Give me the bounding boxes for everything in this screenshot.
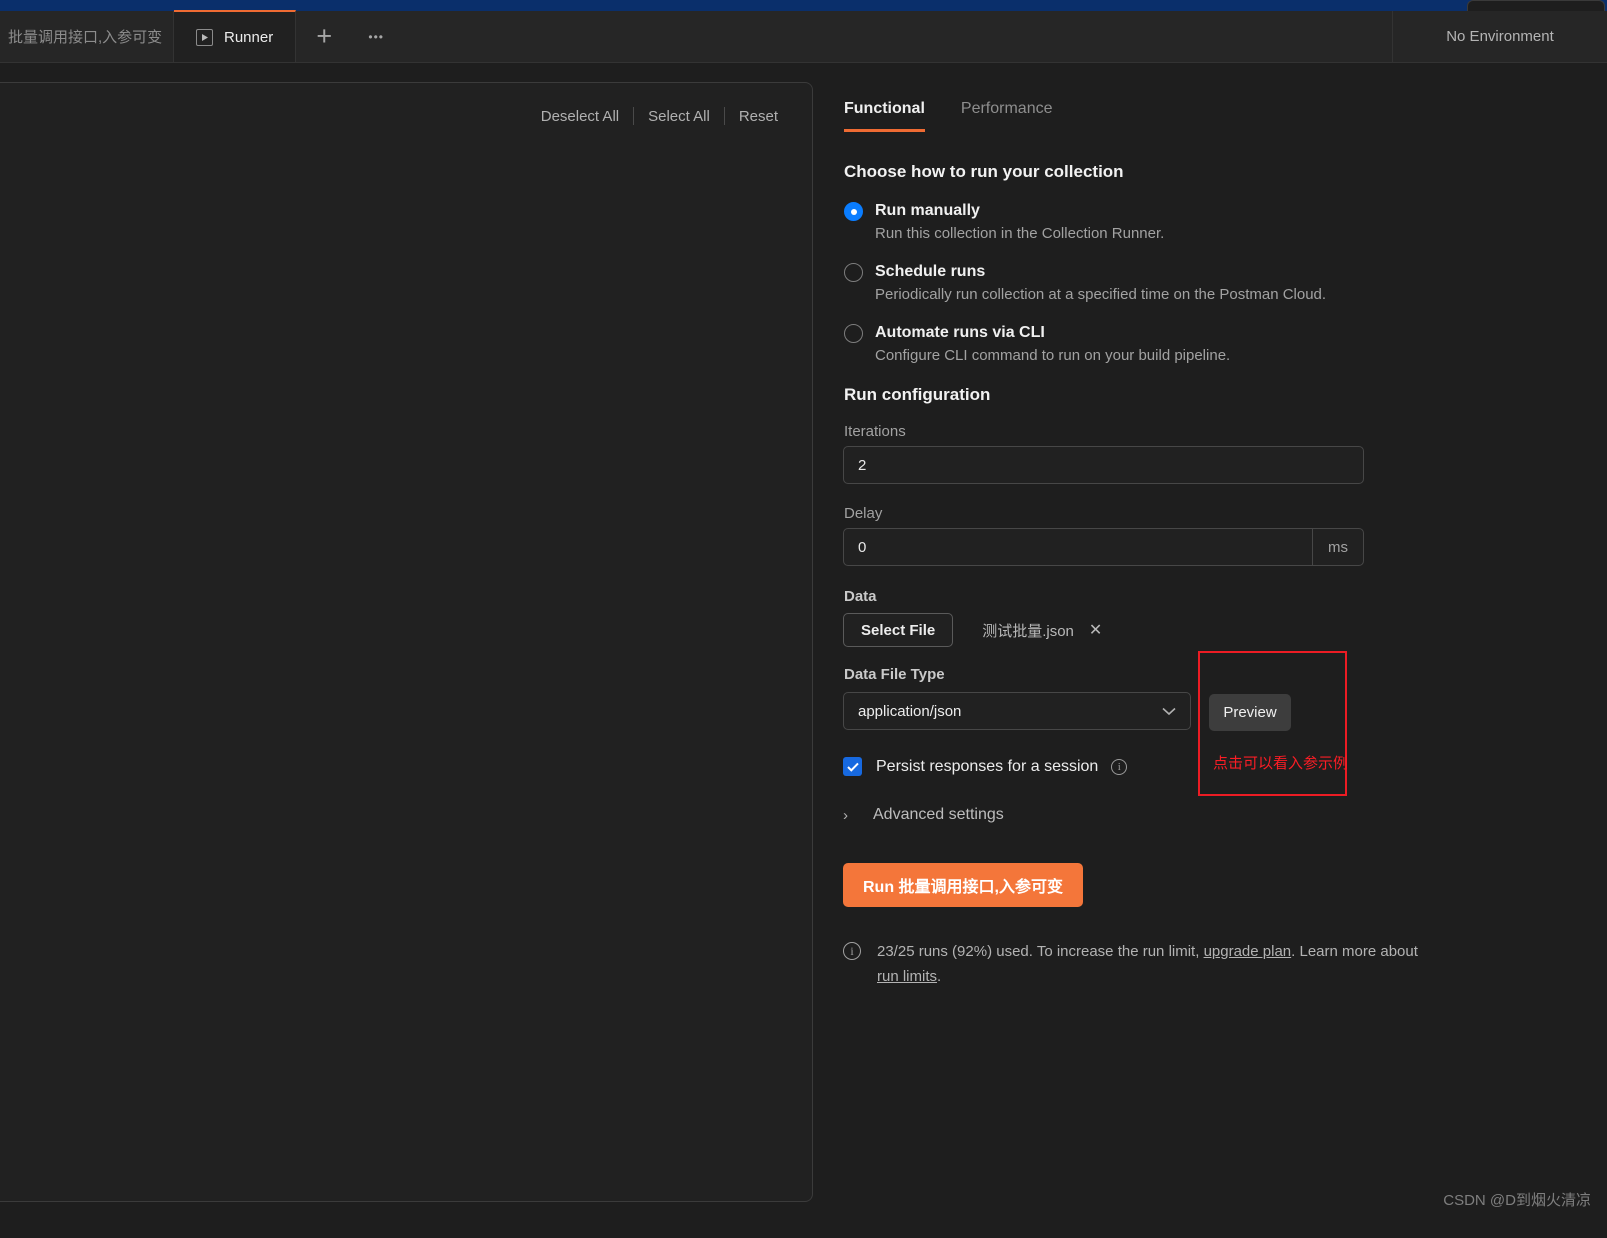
- tab-collection-label: 批量调用接口,入参可变: [8, 29, 163, 46]
- radio-desc-run-manually: Run this collection in the Collection Ru…: [875, 225, 1165, 242]
- advanced-settings-label: Advanced settings: [873, 806, 1004, 823]
- delay-input-value: 0: [858, 538, 867, 556]
- radio-run-manually[interactable]: Run manually Run this collection in the …: [844, 200, 1464, 242]
- titlebar-pill: [1467, 0, 1605, 11]
- radio-desc-automate-runs-via-cli: Configure CLI command to run on your bui…: [875, 347, 1231, 364]
- more-options-icon[interactable]: •••: [352, 11, 400, 62]
- new-tab-icon[interactable]: +: [296, 11, 352, 62]
- environment-selector[interactable]: No Environment: [1393, 11, 1607, 62]
- chevron-down-icon: [1162, 703, 1176, 720]
- persist-responses-checkbox[interactable]: [843, 757, 862, 776]
- data-file-type-value: application/json: [858, 702, 962, 720]
- advanced-settings-row[interactable]: › Advanced settings: [843, 806, 1004, 824]
- tab-runner-label: Runner: [224, 28, 274, 46]
- tab-runner[interactable]: Runner: [174, 10, 297, 62]
- persist-responses-row[interactable]: Persist responses for a session i: [843, 757, 1128, 776]
- delay-unit-label: ms: [1312, 529, 1363, 565]
- choose-run-mode-title: Choose how to run your collection: [844, 162, 1124, 181]
- radio-label-automate-runs-via-cli: Automate runs via CLI: [875, 324, 1045, 341]
- info-icon[interactable]: i: [1111, 758, 1128, 775]
- data-label: Data: [844, 588, 877, 605]
- selected-file-name: 测试批量.json: [982, 622, 1074, 640]
- run-limit-part2: . Learn more about: [1291, 943, 1418, 960]
- radio-desc-schedule-runs: Periodically run collection at a specifi…: [875, 286, 1327, 303]
- data-file-row: Select File 测试批量.json ✕: [843, 613, 1102, 647]
- radio-indicator-run-manually[interactable]: [844, 202, 863, 221]
- radio-label-run-manually: Run manually: [875, 202, 980, 219]
- watermark: CSDN @D到烟火清凉: [1443, 1192, 1591, 1209]
- delay-input[interactable]: 0 ms: [843, 528, 1364, 566]
- iterations-label: Iterations: [844, 423, 906, 440]
- run-limit-part1: 23/25 runs (92%) used. To increase the r…: [877, 943, 1204, 960]
- select-file-button[interactable]: Select File: [843, 613, 954, 647]
- radio-automate-runs-via-cli[interactable]: Automate runs via CLI Configure CLI comm…: [844, 322, 1464, 364]
- radio-schedule-runs[interactable]: Schedule runs Periodically run collectio…: [844, 261, 1464, 303]
- remove-file-icon[interactable]: ✕: [1089, 620, 1102, 640]
- upgrade-plan-link[interactable]: upgrade plan: [1204, 943, 1292, 960]
- annotation-note-text: 点击可以看入参示例: [1213, 755, 1349, 772]
- run-configuration-title: Run configuration: [844, 385, 991, 404]
- select-all-button[interactable]: Select All: [634, 108, 724, 125]
- runner-request-list-panel: Deselect All Select All Reset: [0, 82, 813, 1202]
- run-limit-note: i 23/25 runs (92%) used. To increase the…: [843, 939, 1443, 989]
- runner-list-actions: Deselect All Select All Reset: [527, 107, 792, 125]
- play-icon: [196, 28, 213, 46]
- tab-bar: 批量调用接口,入参可变 Runner + ••• No Environment: [0, 10, 1607, 63]
- radio-label-schedule-runs: Schedule runs: [875, 263, 986, 280]
- chevron-right-icon: ›: [843, 806, 848, 824]
- deselect-all-button[interactable]: Deselect All: [527, 108, 633, 125]
- persist-responses-label: Persist responses for a session: [876, 757, 1099, 775]
- reset-button[interactable]: Reset: [725, 108, 792, 125]
- radio-indicator-schedule-runs[interactable]: [844, 263, 863, 282]
- run-mode-radio-group: Run manually Run this collection in the …: [844, 200, 1464, 383]
- radio-indicator-automate-runs-via-cli[interactable]: [844, 324, 863, 343]
- tab-functional[interactable]: Functional: [844, 100, 925, 132]
- postman-runner-window: 批量调用接口,入参可变 Runner + ••• No Environment …: [0, 0, 1607, 1238]
- data-file-type-select[interactable]: application/json: [843, 692, 1191, 730]
- data-file-type-label: Data File Type: [844, 666, 945, 683]
- run-mode-tabs: Functional Performance: [844, 100, 1052, 132]
- iterations-input[interactable]: 2: [843, 446, 1364, 484]
- tab-bar-spacer: [400, 11, 1393, 62]
- tab-collection[interactable]: 批量调用接口,入参可变: [0, 11, 174, 62]
- run-limit-text: 23/25 runs (92%) used. To increase the r…: [877, 939, 1443, 989]
- info-icon: i: [843, 942, 861, 960]
- delay-label: Delay: [844, 505, 883, 522]
- run-collection-button[interactable]: Run 批量调用接口,入参可变: [843, 863, 1083, 907]
- run-limits-link[interactable]: run limits: [877, 968, 937, 985]
- tab-performance[interactable]: Performance: [961, 100, 1053, 132]
- run-limit-part3: .: [937, 968, 942, 985]
- preview-button[interactable]: Preview: [1209, 694, 1291, 731]
